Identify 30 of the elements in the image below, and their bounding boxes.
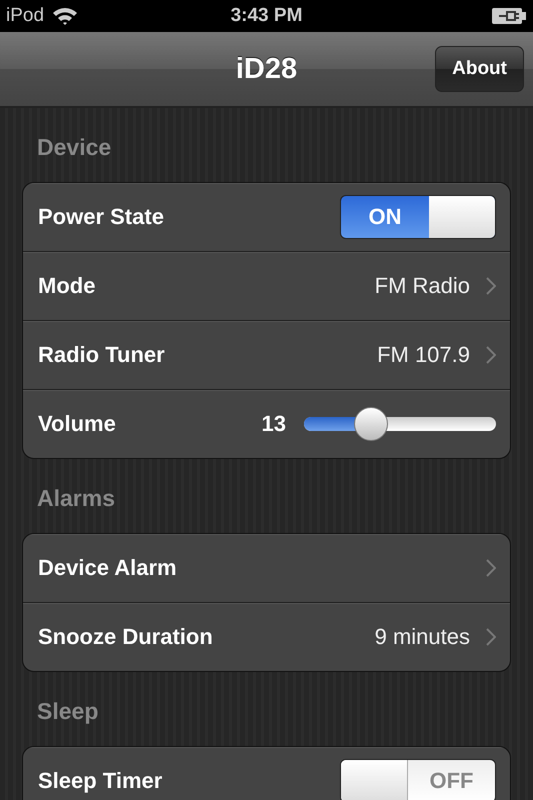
chevron-icon: [486, 559, 496, 577]
chevron-icon: [486, 628, 496, 646]
settings-row[interactable]: Snooze Duration 9 minutes: [23, 602, 510, 671]
section-header: Alarms: [36, 484, 116, 513]
row-label: Snooze Duration: [38, 624, 213, 650]
row-label: Mode: [38, 273, 96, 299]
settings-row[interactable]: Device Alarm: [23, 534, 510, 602]
volume-slider[interactable]: [304, 407, 496, 441]
wifi-icon: [52, 6, 78, 26]
row-label: Radio Tuner: [38, 342, 165, 368]
section-header: Device: [36, 133, 112, 162]
settings-row[interactable]: Radio Tuner FM 107.9: [23, 320, 510, 389]
row-value: 13: [262, 411, 286, 437]
settings-row[interactable]: Mode FM Radio: [23, 251, 510, 320]
clock: 3:43 PM: [230, 5, 304, 27]
row-value: FM Radio: [374, 273, 470, 299]
toggle-switch[interactable]: ON: [340, 195, 496, 239]
row-value: FM 107.9: [377, 342, 470, 368]
row-label: Power State: [38, 204, 164, 230]
row-value: 9 minutes: [374, 624, 470, 650]
row-label: Sleep Timer: [38, 768, 162, 794]
about-button[interactable]: About: [435, 46, 524, 92]
section-header: Sleep: [36, 697, 100, 726]
nav-title: iD28: [236, 52, 298, 86]
chevron-icon: [486, 277, 496, 295]
row-label: Volume: [38, 411, 116, 437]
row-label: Device Alarm: [38, 555, 177, 581]
carrier-label: iPod: [6, 5, 44, 27]
battery-charging-icon: [491, 7, 527, 25]
chevron-icon: [486, 346, 496, 364]
